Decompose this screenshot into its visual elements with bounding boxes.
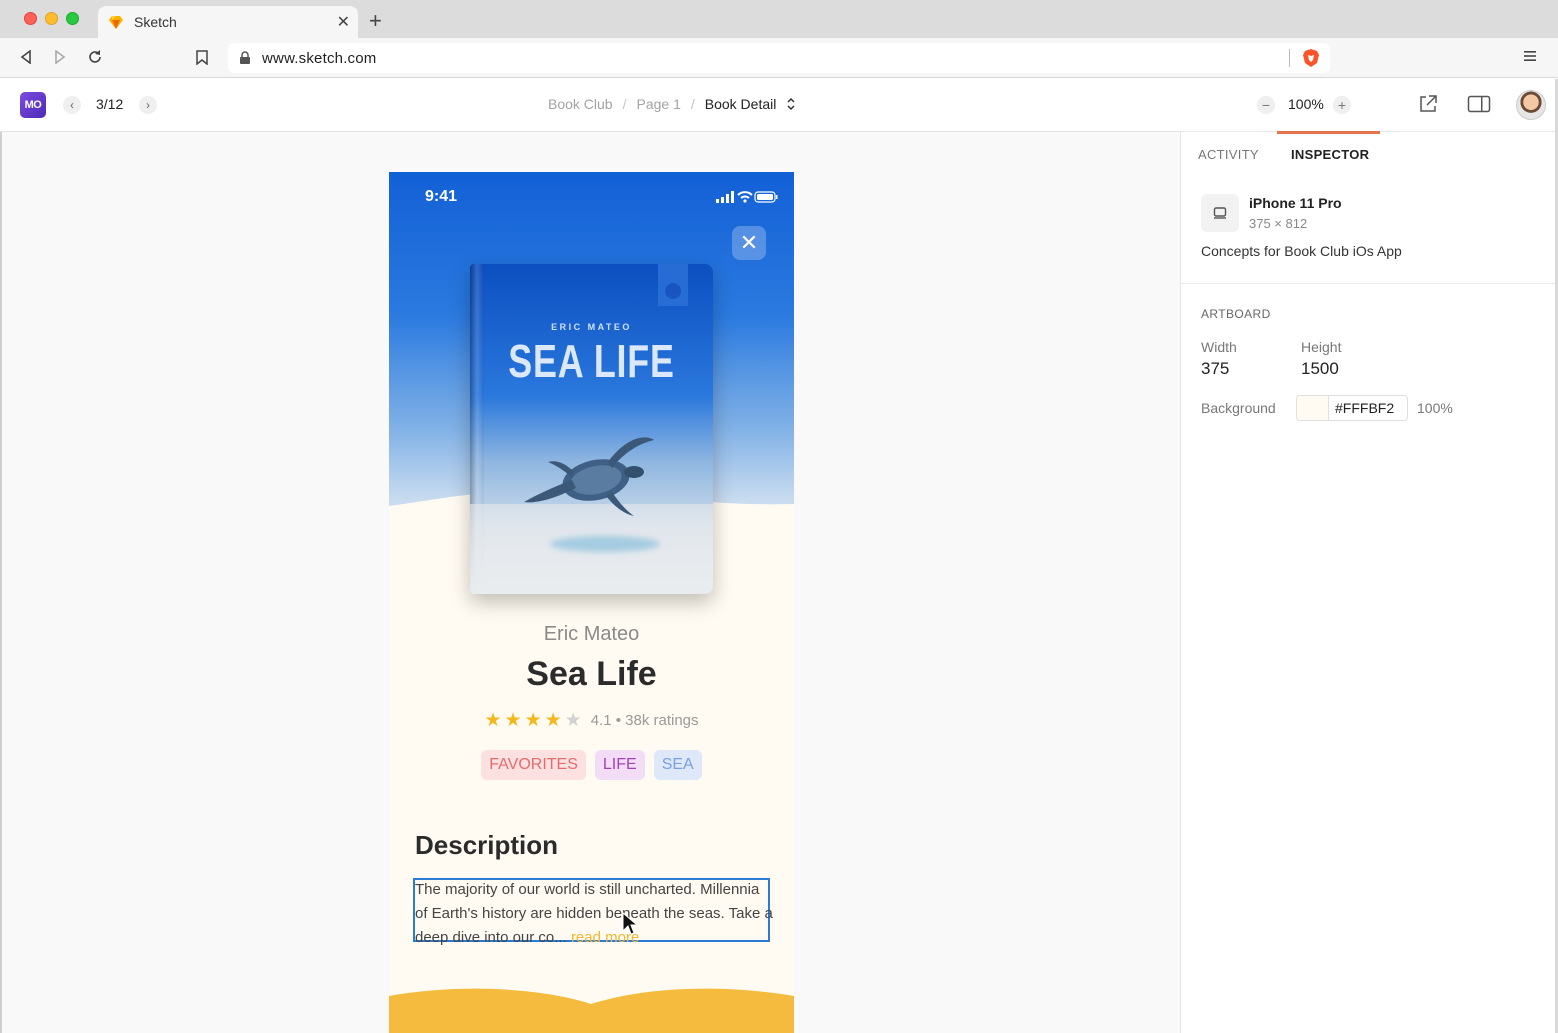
- breadcrumb-page[interactable]: Page 1: [636, 96, 680, 112]
- status-bar-icons: [716, 191, 778, 203]
- zoom-level[interactable]: 100%: [1288, 96, 1324, 112]
- background-opacity: 100%: [1417, 400, 1453, 416]
- breadcrumb-separator: /: [622, 96, 627, 112]
- star-filled-icon: ★: [544, 710, 562, 731]
- background-hex: #FFFBF2: [1335, 400, 1395, 416]
- rating-text: 4.1 • 38k ratings: [590, 712, 699, 729]
- browser-tab[interactable]: Sketch ✕: [98, 6, 358, 38]
- breadcrumb-document[interactable]: Book Club: [548, 96, 613, 112]
- artboard-book-detail[interactable]: 9:41 ✕ ERIC MATEO SEA LIFE Eric Mateo Se…: [389, 172, 794, 1033]
- lock-icon: [240, 51, 250, 64]
- canvas: 9:41 ✕ ERIC MATEO SEA LIFE Eric Mateo Se…: [0, 132, 1180, 1033]
- workspace-logo[interactable]: MO: [20, 92, 46, 118]
- cover-author: ERIC MATEO: [551, 322, 632, 332]
- breadcrumb: Book Club / Page 1 / Book Detail: [548, 96, 796, 112]
- back-icon[interactable]: [15, 46, 37, 68]
- star-empty-icon: ★: [564, 710, 582, 731]
- browser-tab-bar: Sketch ✕ +: [0, 0, 1558, 38]
- address-bar[interactable]: www.sketch.com: [228, 43, 1330, 73]
- bookmark-ribbon: [658, 264, 688, 306]
- window-close-button[interactable]: [24, 12, 37, 25]
- open-external-icon[interactable]: [1418, 94, 1438, 114]
- url-separator: [1289, 49, 1290, 67]
- page-count: 3/12: [96, 96, 124, 112]
- zoom-out-button[interactable]: −: [1257, 96, 1275, 114]
- description-heading: Description: [415, 830, 559, 860]
- sketch-favicon-icon: [109, 16, 123, 29]
- background-label: Background: [1201, 400, 1276, 416]
- user-avatar[interactable]: [1516, 90, 1546, 120]
- document-description: Concepts for Book Club iOs App: [1201, 243, 1402, 259]
- zoom-in-button[interactable]: +: [1333, 96, 1351, 114]
- window-zoom-button[interactable]: [66, 12, 79, 25]
- book-title: Sea Life: [526, 655, 657, 693]
- tag-sea[interactable]: SEA: [653, 750, 702, 780]
- height-value[interactable]: 1500: [1301, 359, 1339, 379]
- menu-icon[interactable]: [1523, 49, 1537, 63]
- device-size: 375 × 812: [1249, 216, 1308, 231]
- background-color-field[interactable]: #FFFBF2: [1296, 395, 1408, 421]
- star-filled-icon: ★: [524, 710, 542, 731]
- bookmark-icon[interactable]: [191, 46, 213, 68]
- height-label: Height: [1301, 339, 1342, 355]
- close-icon[interactable]: ✕: [732, 226, 766, 260]
- next-artboard-button[interactable]: ›: [139, 96, 157, 114]
- tag-favorites[interactable]: FAVORITES: [481, 750, 586, 780]
- background-swatch[interactable]: [1297, 396, 1329, 420]
- width-value[interactable]: 375: [1201, 359, 1229, 379]
- tab-title: Sketch: [134, 14, 177, 30]
- browser-toolbar: www.sketch.com: [0, 38, 1558, 78]
- width-label: Width: [1201, 339, 1237, 355]
- description-text[interactable]: The majority of our world is still uncha…: [415, 878, 775, 950]
- device-icon: [1201, 194, 1239, 232]
- star-filled-icon: ★: [504, 710, 522, 731]
- tab-close-icon[interactable]: ✕: [337, 12, 350, 32]
- app-header: MO ‹ 3/12 › Book Club / Page 1 / Book De…: [0, 79, 1558, 132]
- reload-icon[interactable]: [84, 46, 106, 68]
- chevron-updown-icon[interactable]: [786, 97, 796, 111]
- forward-icon[interactable]: [49, 46, 71, 68]
- book-cover: ERIC MATEO SEA LIFE: [470, 264, 713, 594]
- tag-list: FAVORITES LIFE SEA: [389, 750, 794, 780]
- breadcrumb-separator: /: [690, 96, 695, 112]
- new-tab-button[interactable]: +: [369, 8, 382, 34]
- artboard-section-label: ARTBOARD: [1201, 307, 1271, 321]
- tab-activity[interactable]: ACTIVITY: [1198, 147, 1259, 162]
- toggle-sidebar-icon[interactable]: [1467, 94, 1491, 114]
- mouse-cursor-icon: [622, 912, 638, 935]
- book-author: Eric Mateo: [543, 623, 640, 645]
- brave-shield-icon[interactable]: [1302, 48, 1320, 68]
- device-name: iPhone 11 Pro: [1249, 195, 1342, 211]
- inspector-panel: ACTIVITY INSPECTOR iPhone 11 Pro 375 × 8…: [1180, 131, 1558, 1033]
- cover-water-ripple: [550, 536, 660, 552]
- cover-title: SEA LIFE: [508, 335, 675, 387]
- prev-artboard-button[interactable]: ‹: [63, 96, 81, 114]
- tab-inspector[interactable]: INSPECTOR: [1291, 147, 1369, 162]
- window-minimize-button[interactable]: [45, 12, 58, 25]
- bottom-wave-shape: [389, 988, 794, 1033]
- panel-divider: [1181, 283, 1558, 284]
- status-bar-time: 9:41: [425, 188, 458, 205]
- star-filled-icon: ★: [484, 710, 502, 731]
- tag-life[interactable]: LIFE: [594, 750, 645, 780]
- breadcrumb-artboard[interactable]: Book Detail: [705, 96, 777, 112]
- active-tab-indicator: [1277, 131, 1380, 134]
- sea-turtle-image: [524, 437, 654, 516]
- url-text: www.sketch.com: [262, 49, 377, 67]
- rating-row: ★ ★ ★ ★ ★ 4.1 • 38k ratings: [389, 711, 794, 730]
